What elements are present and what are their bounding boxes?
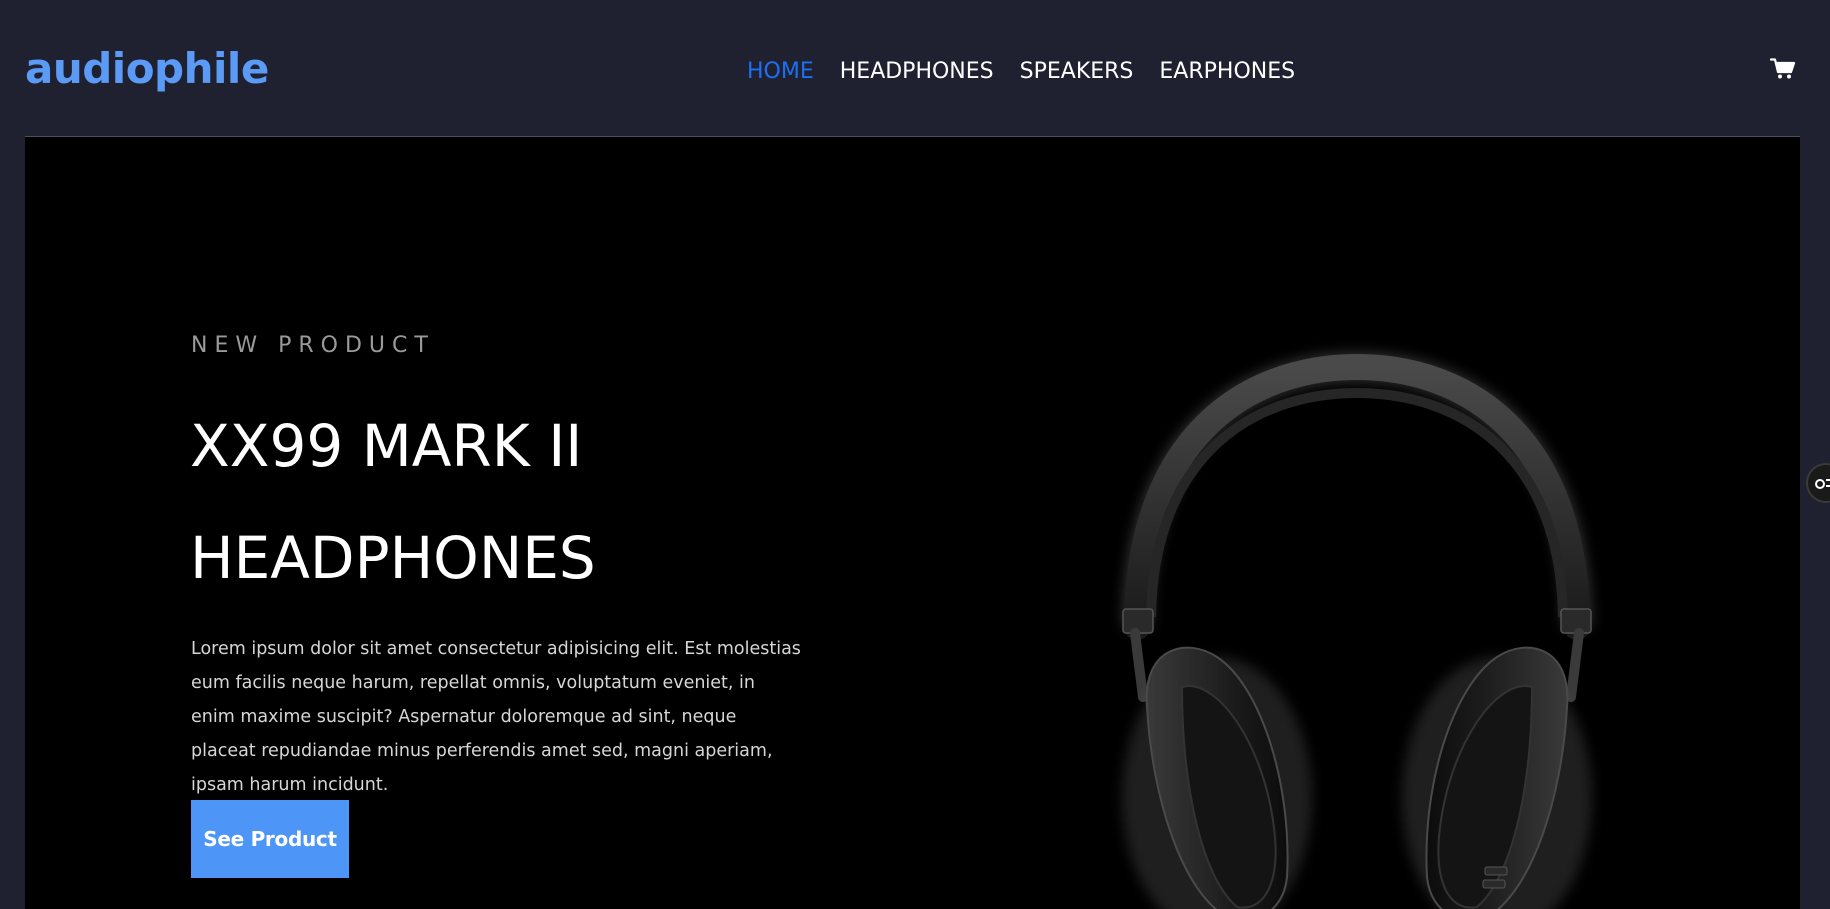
hero-title: XX99 MARK II HEADPHONES [190, 390, 790, 614]
toggle-icon[interactable] [1806, 463, 1830, 503]
hero-title-line2: HEADPHONES [190, 524, 596, 592]
nav-earphones[interactable]: EARPHONES [1159, 58, 1295, 86]
headphones-image [1087, 317, 1627, 909]
nav-speakers[interactable]: SPEAKERS [1020, 58, 1134, 86]
logo[interactable]: audiophile [25, 44, 269, 94]
cart-icon[interactable] [1769, 58, 1798, 82]
nav-headphones[interactable]: HEADPHONES [840, 58, 994, 86]
hero-section: NEW PRODUCT XX99 MARK II HEADPHONES Lore… [25, 137, 1800, 909]
hero-description: Lorem ipsum dolor sit amet consectetur a… [191, 639, 801, 795]
hero-title-line1: XX99 MARK II [190, 412, 583, 480]
see-product-button[interactable]: See Product [191, 800, 349, 878]
main-nav: HOME HEADPHONES SPEAKERS EARPHONES [747, 58, 1295, 86]
nav-home[interactable]: HOME [747, 58, 814, 86]
hero-eyebrow: NEW PRODUCT [191, 333, 435, 358]
site-header: audiophile HOME HEADPHONES SPEAKERS EARP… [0, 0, 1830, 137]
